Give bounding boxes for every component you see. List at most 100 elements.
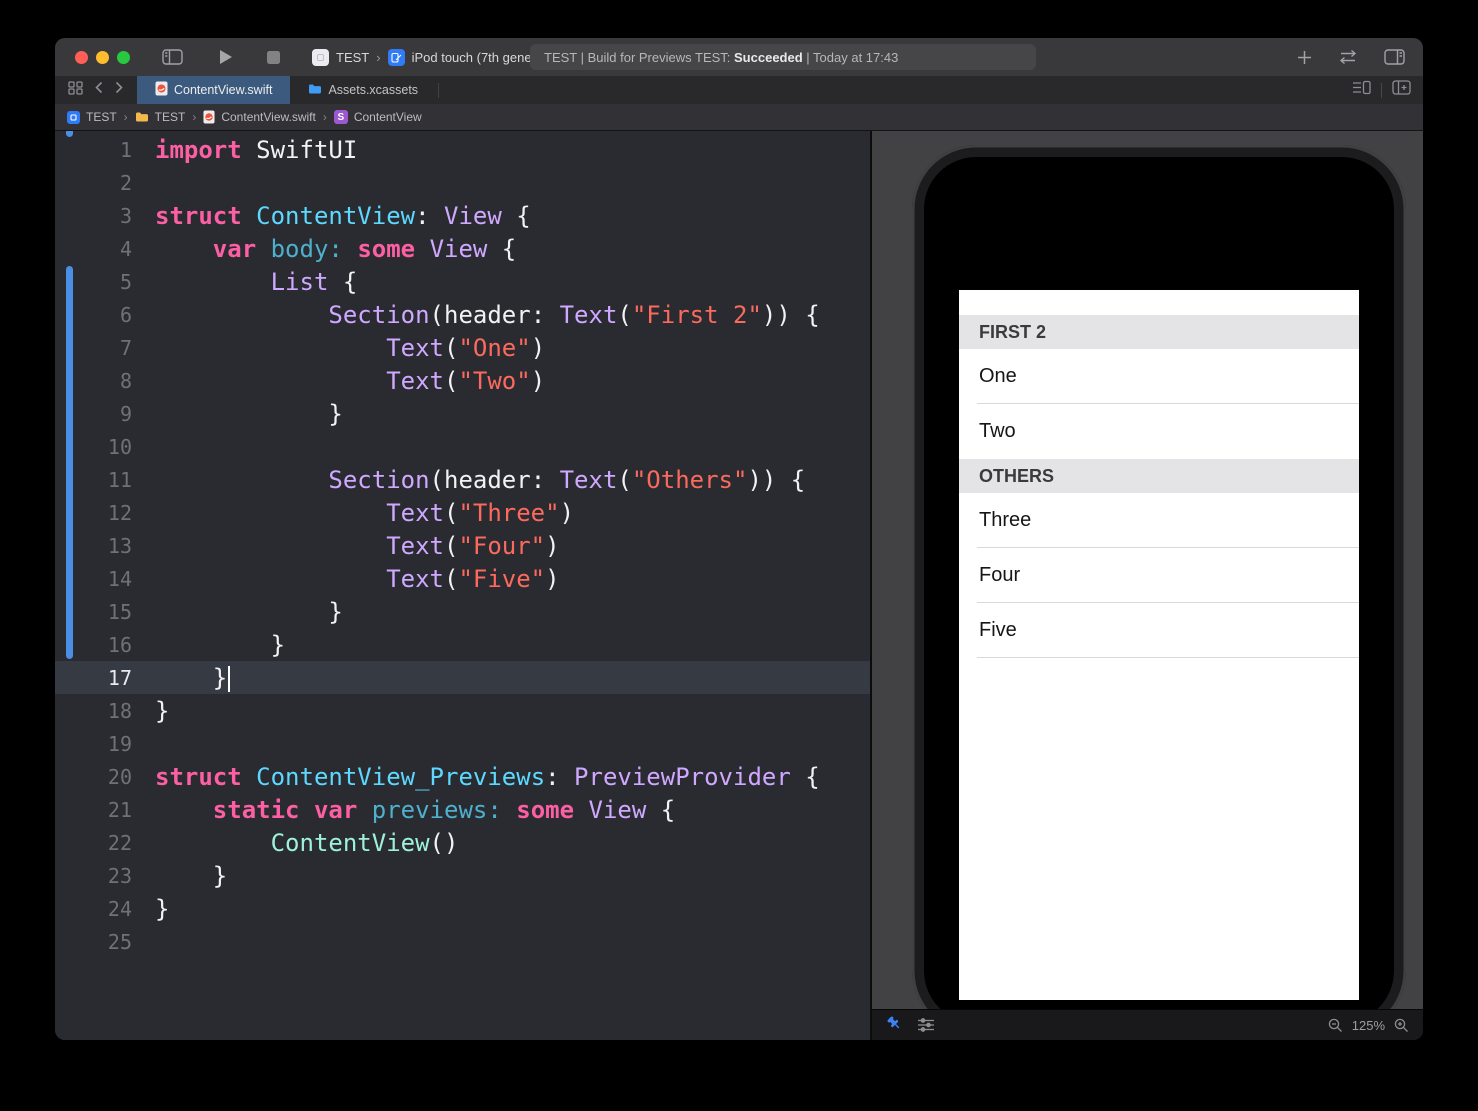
scheme-name[interactable]: TEST (336, 50, 369, 65)
activity-status[interactable]: TEST | Build for Previews TEST: Succeede… (530, 44, 1036, 70)
zoom-level[interactable]: 125% (1352, 1018, 1385, 1033)
line-number[interactable]: 23 (55, 864, 132, 888)
code-text[interactable]: } (155, 598, 342, 626)
go-forward-icon[interactable] (115, 81, 123, 99)
chevron-right-icon: › (376, 49, 381, 65)
code-line[interactable]: 7 Text("One") (55, 331, 870, 364)
close-button[interactable] (75, 50, 88, 64)
line-number[interactable]: 21 (55, 798, 132, 822)
code-text[interactable]: struct ContentView: View { (155, 202, 531, 230)
tab-assets-xcassets[interactable]: Assets.xcassets (290, 76, 436, 104)
jumpbar-item-group[interactable]: TEST (135, 110, 185, 124)
show-all-tabs-icon[interactable] (68, 80, 83, 100)
code-text[interactable]: List { (155, 268, 358, 296)
line-number[interactable]: 18 (55, 699, 132, 723)
pin-preview-icon[interactable] (886, 1015, 902, 1036)
code-text[interactable]: ContentView() (155, 829, 459, 857)
code-text[interactable]: Section(header: Text("Others")) { (155, 466, 805, 494)
code-line[interactable]: 17 } (55, 661, 870, 694)
app-target-icon[interactable] (312, 48, 329, 66)
code-line[interactable]: 18} (55, 694, 870, 727)
code-line[interactable]: 20 struct ContentView_Previews: PreviewPr… (55, 760, 870, 793)
code-line[interactable]: 3 struct ContentView: View { (55, 199, 870, 232)
line-number[interactable]: 20 (55, 765, 132, 789)
toggle-inspector-icon[interactable] (1384, 49, 1405, 65)
code-text[interactable]: static var previews: some View { (155, 796, 675, 824)
zoom-button[interactable] (117, 50, 130, 64)
line-number[interactable]: 2 (55, 171, 132, 195)
line-number[interactable]: 4 (55, 237, 132, 261)
tab-bar: ContentView.swift Assets.xcassets (55, 76, 1423, 104)
code-text[interactable]: } (155, 895, 169, 923)
code-text[interactable]: } (155, 631, 285, 659)
code-text[interactable]: Text("One") (155, 334, 545, 362)
code-text[interactable]: } (155, 862, 227, 890)
line-number[interactable]: 24 (55, 897, 132, 921)
simulator-device-icon[interactable] (387, 48, 405, 66)
code-line[interactable]: 9 } (55, 397, 870, 430)
tab-label: Assets.xcassets (328, 83, 419, 97)
preview-options-icon[interactable] (918, 1018, 936, 1032)
list-item[interactable]: Two (959, 404, 1359, 459)
code-line[interactable]: 11 Section(header: Text("Others")) { (55, 463, 870, 496)
code-text[interactable]: } (155, 664, 231, 692)
add-editor-icon[interactable] (1392, 80, 1411, 100)
line-number[interactable]: 22 (55, 831, 132, 855)
jumpbar-item-file[interactable]: ContentView.swift (203, 110, 316, 124)
source-editor[interactable]: 1 import SwiftUI 2 3 struct ContentView: Vie… (55, 131, 870, 1040)
code-line[interactable]: 5 List { (55, 265, 870, 298)
toggle-navigator-icon[interactable] (162, 49, 183, 65)
code-text[interactable]: } (155, 400, 342, 428)
code-line[interactable]: 2 (55, 166, 870, 199)
code-line[interactable]: 15 } (55, 595, 870, 628)
library-plus-icon[interactable] (1297, 50, 1312, 65)
code-text[interactable]: struct ContentView_Previews: PreviewProv… (155, 763, 820, 791)
code-line[interactable]: 22 ContentView() (55, 826, 870, 859)
code-text[interactable]: Section(header: Text("First 2")) { (155, 301, 819, 329)
code-line[interactable]: 13 Text("Four") (55, 529, 870, 562)
minimize-button[interactable] (96, 50, 109, 64)
line-number[interactable]: 17 (55, 666, 132, 690)
code-line[interactable]: 4 var body: some View { (55, 232, 870, 265)
list-item[interactable]: One (959, 349, 1359, 404)
code-text[interactable]: Text("Four") (155, 532, 559, 560)
code-line[interactable]: 24} (55, 892, 870, 925)
code-line[interactable]: 23 } (55, 859, 870, 892)
zoom-out-icon[interactable] (1328, 1018, 1343, 1033)
run-button[interactable] (219, 49, 233, 65)
code-line[interactable]: 14 Text("Five") (55, 562, 870, 595)
tab-contentview-swift[interactable]: ContentView.swift (137, 76, 291, 104)
code-text[interactable]: Text("Two") (155, 367, 545, 395)
line-number[interactable]: 25 (55, 930, 132, 954)
editor-options-icon[interactable] (1353, 80, 1371, 100)
line-number[interactable]: 3 (55, 204, 132, 228)
line-number[interactable]: 19 (55, 732, 132, 756)
stop-button[interactable] (267, 50, 280, 64)
source-control-change-bar[interactable] (66, 266, 73, 659)
code-line[interactable]: 16 } (55, 628, 870, 661)
code-text[interactable]: Text("Five") (155, 565, 559, 593)
code-line[interactable]: 1 import SwiftUI (55, 133, 870, 166)
code-line[interactable]: 12 Text("Three") (55, 496, 870, 529)
code-text[interactable]: var body: some View { (155, 235, 516, 263)
code-text[interactable]: } (155, 697, 169, 725)
code-line[interactable]: 19 (55, 727, 870, 760)
code-line[interactable]: 8 Text("Two") (55, 364, 870, 397)
list-item[interactable]: Five (959, 603, 1359, 658)
code-line[interactable]: 6 Section(header: Text("First 2")) { (55, 298, 870, 331)
code-line[interactable]: 21 static var previews: some View { (55, 793, 870, 826)
code-line[interactable]: 25 (55, 925, 870, 958)
zoom-in-icon[interactable] (1394, 1018, 1409, 1033)
jumpbar-item-project[interactable]: TEST (67, 110, 117, 124)
code-line[interactable]: 10 (55, 430, 870, 463)
go-back-icon[interactable] (95, 81, 103, 99)
jumpbar-item-symbol[interactable]: S ContentView (333, 110, 422, 124)
code-text[interactable]: import SwiftUI (155, 136, 357, 164)
chevron-right-icon: › (123, 110, 128, 124)
line-number[interactable]: 1 (55, 138, 132, 162)
list-item[interactable]: Four (959, 548, 1359, 603)
swift-file-icon (203, 110, 215, 124)
code-review-icon[interactable] (1336, 50, 1360, 64)
list-item[interactable]: Three (959, 493, 1359, 548)
code-text[interactable]: Text("Three") (155, 499, 574, 527)
